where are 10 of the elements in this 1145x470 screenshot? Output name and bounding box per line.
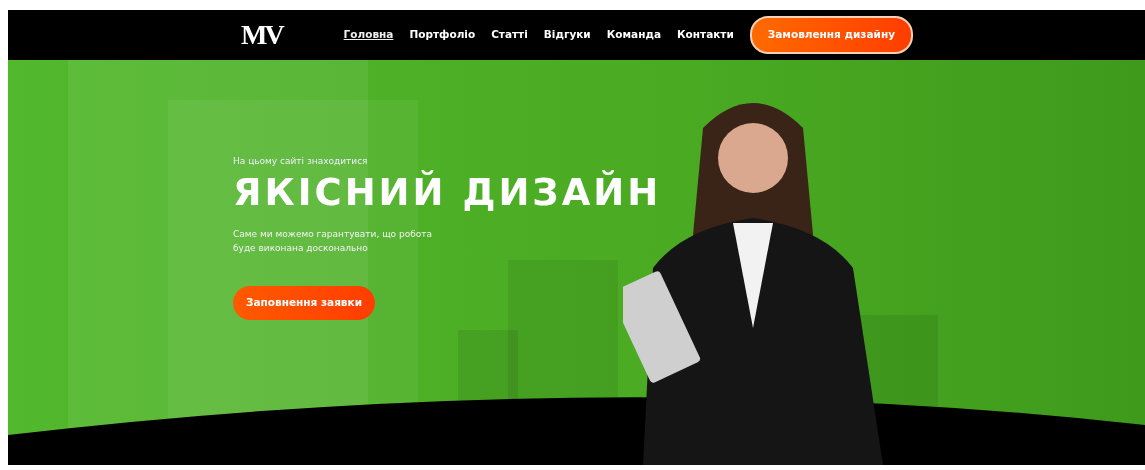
- nav-link[interactable]: Статті: [491, 27, 528, 43]
- nav-link[interactable]: Команда: [606, 27, 661, 43]
- logo[interactable]: MV: [241, 21, 282, 49]
- hero-description: Саме ми можемо гарантувати, що робота буде виконана досконально: [233, 227, 434, 256]
- hero-title: ЯКІСНИЙ ДИЗАЙН: [233, 170, 663, 215]
- nav-link[interactable]: Контакти: [677, 27, 734, 43]
- hero-subtitle: На цьому сайті знаходитися: [233, 155, 369, 168]
- nav-link[interactable]: Портфоліо: [409, 27, 476, 43]
- nav-link[interactable]: Відгуки: [543, 27, 591, 43]
- nav-link[interactable]: Головна: [343, 27, 394, 43]
